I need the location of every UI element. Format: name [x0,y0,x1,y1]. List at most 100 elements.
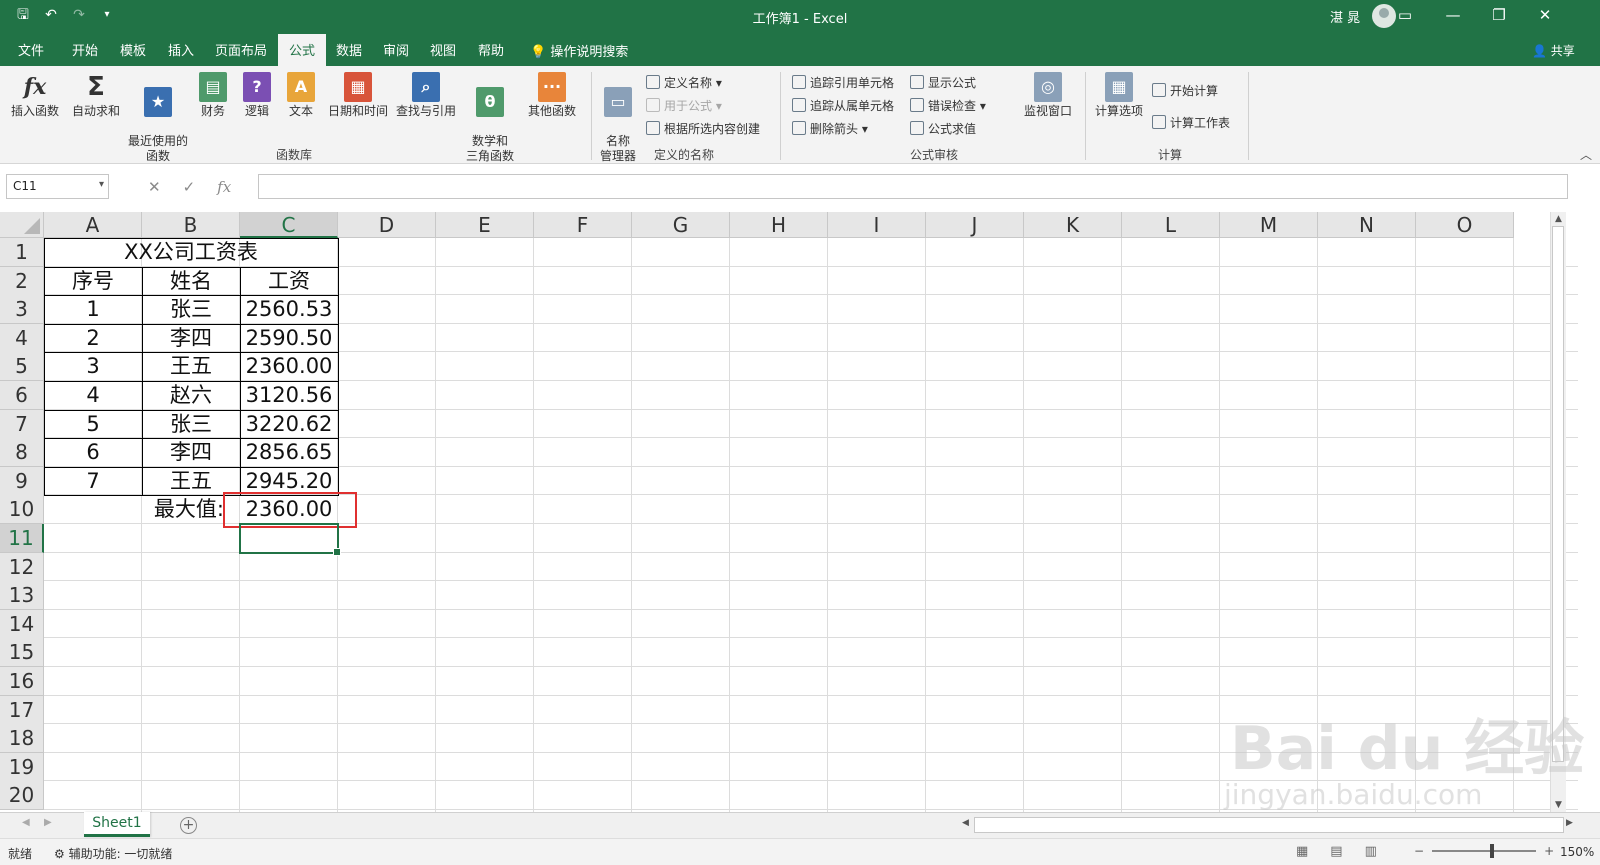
define-name-button[interactable]: 定义名称 ▾ [646,74,722,91]
tab-insert[interactable]: 插入 [168,40,194,59]
calculate-sheet-button[interactable]: 计算工作表 [1152,114,1230,131]
insert-function-fx-icon[interactable]: fx [217,178,231,196]
worksheet-grid[interactable]: A B C D E F G H I J K L M N O 1 2 3 4 5 6 7 8 9 10 11 12 13 14 15 16 17… [0,212,1578,812]
column-header-l[interactable]: L [1122,212,1220,238]
recently-used-button[interactable]: ★ 最近使用的 函数 [126,72,190,164]
row-header-1[interactable]: 1 [0,238,44,267]
restore-button[interactable]: ❐ [1476,0,1522,32]
active-cell-selection[interactable] [239,523,341,556]
column-header-m[interactable]: M [1220,212,1318,238]
column-header-f[interactable]: F [534,212,632,238]
collapse-ribbon-icon[interactable]: ︿ [1580,146,1592,163]
new-sheet-button[interactable]: + [180,817,197,834]
minimize-button[interactable]: — [1430,0,1476,32]
insert-function-button[interactable]: fx 插入函数 [8,72,62,119]
scroll-up-icon[interactable]: ▲ [1555,214,1562,224]
accessibility-status[interactable]: ⚙ 辅助功能: 一切就绪 [54,845,172,862]
row-header-9[interactable]: 9 [0,466,44,496]
financial-button[interactable]: ▤ 财务 [196,72,230,119]
normal-view-icon[interactable]: ▦ [1296,844,1308,859]
tell-me-search[interactable]: 💡 操作说明搜索 [530,41,628,60]
date-time-button[interactable]: ▦ 日期和时间 [326,72,390,119]
use-in-formula-button[interactable]: 用于公式 ▾ [646,97,722,114]
tab-review[interactable]: 审阅 [383,40,409,59]
row-header-13[interactable]: 13 [0,581,44,611]
column-header-i[interactable]: I [828,212,926,238]
horizontal-scrollbar[interactable] [974,817,1564,833]
row-header-4[interactable]: 4 [0,323,44,353]
column-header-o[interactable]: O [1416,212,1514,238]
text-button[interactable]: A 文本 [284,72,318,119]
cancel-icon[interactable]: ✕ [148,178,161,196]
column-header-g[interactable]: G [632,212,730,238]
column-header-d[interactable]: D [338,212,436,238]
column-header-c[interactable]: C [240,212,338,238]
trace-dependents-button[interactable]: 追踪从属单元格 [792,97,894,114]
select-all-button[interactable] [0,212,44,238]
column-header-j[interactable]: J [926,212,1024,238]
row-header-15[interactable]: 15 [0,638,44,668]
column-header-e[interactable]: E [436,212,534,238]
scroll-down-icon[interactable]: ▼ [1555,800,1562,810]
close-button[interactable]: ✕ [1522,0,1568,32]
zoom-in-icon[interactable]: + [1544,844,1554,858]
row-header-10[interactable]: 10 [0,495,44,525]
error-checking-button[interactable]: 错误检查 ▾ [910,97,986,114]
row-header-17[interactable]: 17 [0,695,44,725]
row-header-12[interactable]: 12 [0,552,44,582]
lookup-reference-button[interactable]: ⌕ 查找与引用 [394,72,458,119]
enter-icon[interactable]: ✓ [183,178,196,196]
logical-button[interactable]: ? 逻辑 [240,72,274,119]
next-sheet-icon[interactable]: ▶ [44,817,52,828]
watch-window-button[interactable]: ◎ 监视窗口 [1018,72,1078,119]
row-header-5[interactable]: 5 [0,352,44,382]
calculate-now-button[interactable]: 开始计算 [1152,82,1218,99]
trace-precedents-button[interactable]: 追踪引用单元格 [792,74,894,91]
tab-templates[interactable]: 模板 [120,40,146,59]
row-header-11[interactable]: 11 [0,524,44,553]
math-trig-button[interactable]: θ 数学和 三角函数 [462,72,518,164]
create-from-selection-button[interactable]: 根据所选内容创建 [646,120,760,137]
zoom-level[interactable]: 150% [1560,845,1594,859]
calculation-options-button[interactable]: ▦ 计算选项 [1092,72,1146,119]
vertical-scroll-thumb[interactable] [1552,226,1564,762]
formula-input[interactable] [258,174,1568,199]
row-header-18[interactable]: 18 [0,724,44,754]
share-button[interactable]: 👤 共享 [1532,42,1575,59]
tab-view[interactable]: 视图 [430,40,456,59]
zoom-slider[interactable] [1432,844,1537,858]
row-header-3[interactable]: 3 [0,295,44,325]
autosum-button[interactable]: Σ 自动求和 [70,72,122,119]
column-header-k[interactable]: K [1024,212,1122,238]
row-header-16[interactable]: 16 [0,667,44,696]
row-header-7[interactable]: 7 [0,409,44,439]
scroll-right-icon[interactable]: ▶ [1566,818,1573,828]
remove-arrows-button[interactable]: 删除箭头 ▾ [792,120,868,137]
row-header-20[interactable]: 20 [0,781,44,811]
ribbon-display-options-icon[interactable]: ▭ [1382,0,1428,32]
row-header-19[interactable]: 19 [0,752,44,782]
evaluate-formula-button[interactable]: 公式求值 [910,120,976,137]
column-header-h[interactable]: H [730,212,828,238]
tab-page-layout[interactable]: 页面布局 [215,40,267,59]
page-break-view-icon[interactable]: ▥ [1365,844,1377,859]
tab-help[interactable]: 帮助 [478,40,504,59]
sheet-tab-sheet1[interactable]: Sheet1 [84,812,150,837]
row-header-2[interactable]: 2 [0,266,44,296]
name-box[interactable]: C11 [6,174,109,199]
page-layout-view-icon[interactable]: ▤ [1330,844,1342,859]
tab-formulas[interactable]: 公式 [278,34,327,66]
prev-sheet-icon[interactable]: ◀ [22,817,30,828]
row-header-6[interactable]: 6 [0,381,44,410]
column-header-n[interactable]: N [1318,212,1416,238]
row-header-8[interactable]: 8 [0,438,44,468]
user-name[interactable]: 湛 晁 [1330,7,1360,26]
name-manager-button[interactable]: ▭ 名称 管理器 [598,72,638,164]
column-header-a[interactable]: A [44,212,142,238]
more-functions-button[interactable]: ··· 其他函数 [524,72,580,119]
tab-data[interactable]: 数据 [336,40,362,59]
tab-home[interactable]: 开始 [72,40,98,59]
row-header-14[interactable]: 14 [0,609,44,639]
scroll-left-icon[interactable]: ◀ [962,818,969,828]
show-formulas-button[interactable]: 显示公式 [910,74,976,91]
